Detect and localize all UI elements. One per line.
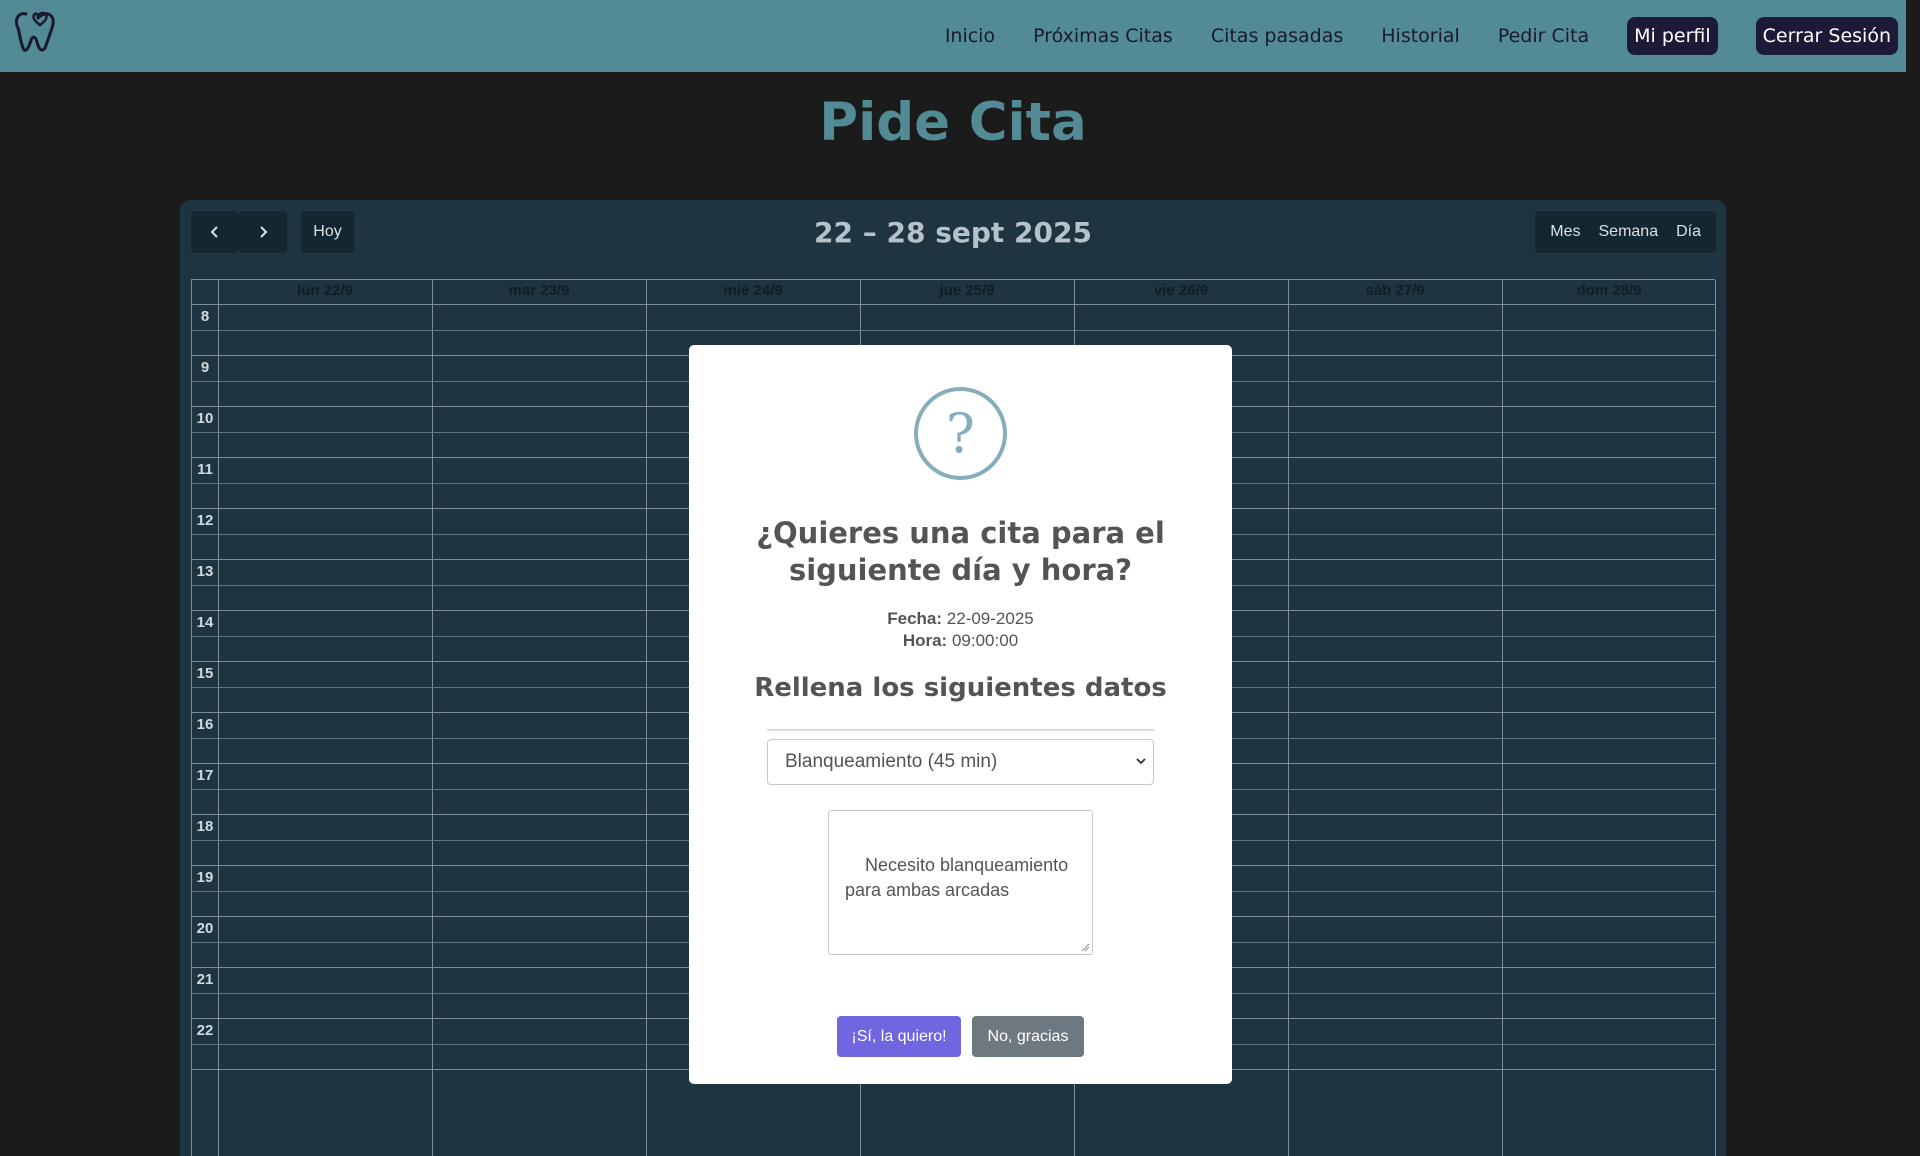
hora-label: Hora: <box>902 631 948 650</box>
day-header[interactable]: mar 23/9 <box>432 282 646 304</box>
nav-inicio[interactable]: Inicio <box>945 25 995 47</box>
day-header[interactable]: vie 26/9 <box>1074 282 1288 304</box>
hour-label: 17 <box>196 767 214 784</box>
hour-label: 8 <box>200 308 210 325</box>
navbar: Inicio Próximas Citas Citas pasadas Hist… <box>0 0 1906 72</box>
day-header[interactable]: dom 28/9 <box>1502 282 1716 304</box>
view-week-button[interactable]: Semana <box>1593 223 1665 241</box>
hour-label: 13 <box>196 563 214 580</box>
nav-citas-pasadas[interactable]: Citas pasadas <box>1211 25 1343 47</box>
fecha-value: 22-09-2025 <box>946 609 1034 628</box>
calendar-range-title: 22 – 28 sept 2025 <box>814 216 1092 249</box>
tooth-heart-logo-icon[interactable] <box>12 8 60 56</box>
hour-label: 18 <box>196 818 214 835</box>
form-subtitle: Rellena los siguientes datos <box>754 673 1167 703</box>
grid-column-line <box>432 280 433 1156</box>
view-day-button[interactable]: Día <box>1670 223 1707 241</box>
header-line <box>192 304 1715 305</box>
grid-column-line <box>1715 280 1716 1156</box>
logout-button[interactable]: Cerrar Sesión <box>1755 17 1898 55</box>
day-header[interactable]: mié 24/9 <box>646 282 860 304</box>
appointment-dialog: ? ¿Quieres una cita para el siguiente dí… <box>689 345 1232 1084</box>
day-header[interactable]: jue 25/9 <box>860 282 1074 304</box>
grid-column-line <box>1288 280 1289 1156</box>
nav-links: Inicio Próximas Citas Citas pasadas Hist… <box>907 0 1898 72</box>
notes-text: Necesito blanqueamiento para ambas arcad… <box>845 855 1069 900</box>
resize-handle-icon[interactable] <box>1081 943 1090 952</box>
dialog-title: ¿Quieres una cita para el siguiente día … <box>756 516 1165 587</box>
hour-label: 15 <box>196 665 214 682</box>
date-info: Fecha: 22-09-2025 <box>689 609 1232 629</box>
time-info: Hora: 09:00:00 <box>689 631 1232 651</box>
confirm-button[interactable]: ¡Sí, la quiero! <box>837 1016 961 1057</box>
nav-pedir-cita[interactable]: Pedir Cita <box>1498 25 1589 47</box>
profile-button[interactable]: Mi perfil <box>1627 17 1718 55</box>
hour-label: 21 <box>196 971 214 988</box>
service-select-value: Blanqueamiento (45 min) <box>785 751 998 772</box>
grid-column-line <box>1502 280 1503 1156</box>
nav-historial[interactable]: Historial <box>1381 25 1460 47</box>
nav-proximas-citas[interactable]: Próximas Citas <box>1033 25 1173 47</box>
question-icon: ? <box>914 387 1007 480</box>
hour-label: 22 <box>196 1022 214 1039</box>
fecha-label: Fecha: <box>887 609 943 628</box>
view-switcher: Mes Semana Día <box>1535 211 1716 253</box>
hora-value: 09:00:00 <box>951 631 1019 650</box>
half-hour-line <box>192 330 1715 331</box>
grid-column-line <box>646 280 647 1156</box>
view-month-button[interactable]: Mes <box>1544 223 1586 241</box>
hour-label: 9 <box>200 359 210 376</box>
hour-label: 16 <box>196 716 214 733</box>
service-select[interactable]: Blanqueamiento (45 min) <box>767 739 1154 785</box>
hour-label: 12 <box>196 512 214 529</box>
divider <box>767 729 1154 731</box>
hour-label: 11 <box>197 461 213 478</box>
hour-label: 14 <box>196 614 214 631</box>
chevron-down-icon <box>1136 758 1146 765</box>
hour-label: 10 <box>196 410 214 427</box>
page-title: Pide Cita <box>819 92 1087 153</box>
day-header[interactable]: sáb 27/9 <box>1288 282 1502 304</box>
notes-textarea[interactable]: Necesito blanqueamiento para ambas arcad… <box>828 810 1093 955</box>
hour-label: 20 <box>196 920 214 937</box>
cancel-button[interactable]: No, gracias <box>972 1016 1084 1057</box>
grid-gutter-line <box>218 280 219 1156</box>
day-header[interactable]: lun 22/9 <box>218 282 432 304</box>
hour-label: 19 <box>196 869 214 886</box>
